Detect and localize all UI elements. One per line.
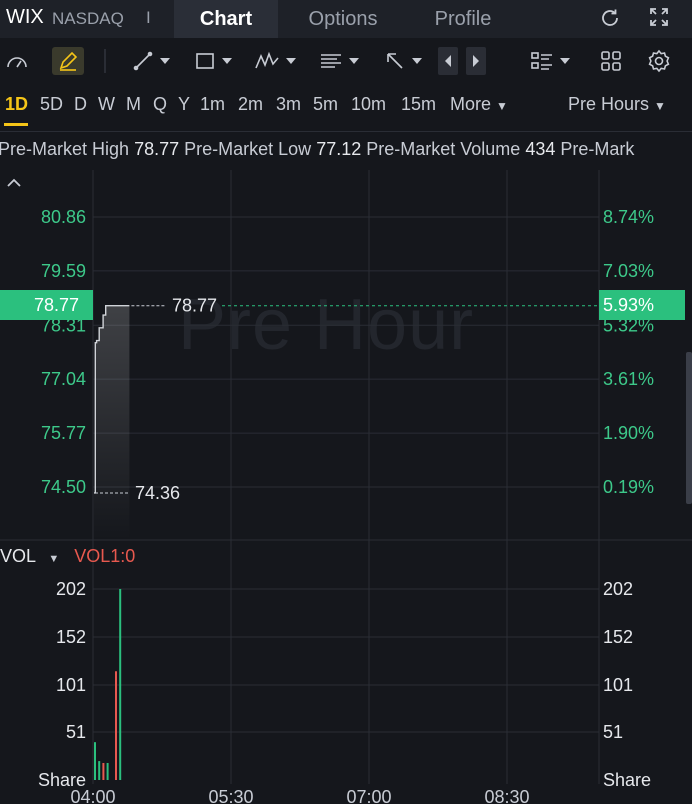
fullscreen-icon[interactable] — [648, 6, 670, 33]
chevron-down-icon: ▼ — [48, 553, 60, 565]
premarket-volume-value: 434 — [525, 139, 556, 159]
volume-axis-label: 51 — [66, 722, 86, 742]
chevron-down-icon: ▼ — [496, 99, 508, 113]
pct-axis-label: 1.90% — [603, 423, 654, 443]
volume-axis-label-right: 51 — [603, 722, 623, 742]
arrow-tool-icon[interactable] — [380, 47, 426, 75]
volume-axis-label: 202 — [56, 579, 86, 599]
grid-layout-icon[interactable] — [598, 47, 624, 75]
period-5d[interactable]: 5D — [40, 94, 63, 115]
period-y[interactable]: Y — [178, 94, 190, 115]
period-bar: 1D 5D D W M Q Y 1m 2m 3m 5m 10m 15m More… — [0, 84, 692, 128]
toolbar-divider — [104, 49, 106, 73]
title-separator: I — [146, 8, 151, 27]
premarket-low-value: 77.12 — [316, 139, 362, 159]
scrollbar-thumb[interactable] — [686, 352, 692, 504]
premarket-high-value: 78.77 — [134, 139, 180, 159]
tab-profile[interactable]: Profile — [410, 0, 516, 38]
volume-bar — [102, 762, 105, 780]
pct-axis-label: 3.61% — [603, 369, 654, 389]
drawing-toolbar — [0, 38, 692, 84]
axis-labels: 80.86 8.74%79.59 7.03%78.31 5.32%77.04 3.61%… — [38, 207, 654, 804]
exchange-label: NASDAQ — [52, 9, 124, 28]
price-axis-label: 80.86 — [41, 207, 86, 227]
pct-axis-label: 0.19% — [603, 477, 654, 497]
current-price-tag: 78.77 — [0, 290, 93, 320]
low-marker-label: 74.36 — [135, 483, 180, 503]
time-axis-label: 07:00 — [346, 787, 391, 804]
volume-bar — [115, 671, 117, 780]
volume-label: VOL — [0, 546, 36, 566]
line-tool-icon[interactable] — [128, 47, 174, 75]
time-axis-label: 04:00 — [70, 787, 115, 804]
volume-bar — [119, 589, 122, 780]
tab-options[interactable]: Options — [286, 0, 400, 38]
period-5m[interactable]: 5m — [313, 94, 338, 115]
period-d[interactable]: D — [74, 94, 87, 115]
more-label: More — [450, 94, 492, 114]
gauge-icon[interactable] — [4, 47, 30, 75]
period-2m[interactable]: 2m — [238, 94, 263, 115]
active-period-underline — [4, 123, 28, 126]
divider — [0, 131, 692, 132]
pencil-icon[interactable] — [52, 47, 84, 75]
prev-arrow-icon[interactable] — [438, 47, 458, 75]
refresh-icon[interactable] — [598, 6, 622, 35]
pattern-tool-icon[interactable] — [252, 47, 298, 75]
volume-axis-label-right: Share — [603, 770, 651, 790]
volume-axis-label-right: 101 — [603, 675, 633, 695]
premarket-volume-label: Pre-Market Volume — [366, 139, 521, 159]
period-w[interactable]: W — [98, 94, 115, 115]
price-axis-label: 74.50 — [41, 477, 86, 497]
current-pct-tag: 5.93% — [599, 290, 685, 320]
premarket-high-label: Pre-Market High — [0, 139, 130, 159]
price-axis-label: 79.59 — [41, 261, 86, 281]
price-axis-label: 75.77 — [41, 423, 86, 443]
volume-indicator: VOL1:0 — [74, 546, 136, 566]
time-axis-label: 08:30 — [484, 787, 529, 804]
pct-axis-label: 8.74% — [603, 207, 654, 227]
high-marker-label: 78.77 — [172, 296, 217, 316]
premarket-trailing-label: Pre-Mark — [560, 139, 635, 159]
period-m[interactable]: M — [126, 94, 141, 115]
volume-axis-label-right: 152 — [603, 627, 633, 647]
session-selector[interactable]: Pre Hours ▼ — [568, 94, 666, 115]
next-arrow-icon[interactable] — [466, 47, 486, 75]
pct-axis-label: 7.03% — [603, 261, 654, 281]
price-volume-chart[interactable]: 80.86 8.74%79.59 7.03%78.31 5.32%77.04 3.61%… — [0, 162, 692, 804]
fib-tool-icon[interactable] — [316, 47, 362, 75]
premarket-stats: Pre-Market High 78.77 Pre-Market Low 77.… — [0, 139, 634, 160]
chevron-down-icon: ▼ — [654, 99, 666, 113]
period-3m[interactable]: 3m — [276, 94, 301, 115]
ticker-symbol: WIX — [6, 6, 44, 28]
volume-axis-label: 152 — [56, 627, 86, 647]
volume-axis-label: 101 — [56, 675, 86, 695]
session-label: Pre Hours — [568, 94, 650, 114]
more-periods-dropdown[interactable]: More ▼ — [450, 94, 508, 115]
tab-chart[interactable]: Chart — [174, 0, 278, 38]
period-15m[interactable]: 15m — [401, 94, 436, 115]
volume-header[interactable]: VOL ▼ VOL1:0 — [0, 546, 135, 567]
volume-bar — [106, 762, 109, 780]
volume-bar — [98, 761, 101, 780]
period-1d[interactable]: 1D — [5, 94, 28, 115]
time-axis-label: 05:30 — [208, 787, 253, 804]
period-q[interactable]: Q — [153, 94, 167, 115]
premarket-low-label: Pre-Market Low — [184, 139, 312, 159]
rectangle-tool-icon[interactable] — [190, 47, 236, 75]
top-bar: WIX NASDAQ I Chart Options Profile — [0, 0, 692, 38]
volume-axis-label-right: 202 — [603, 579, 633, 599]
volume-bar — [94, 742, 96, 780]
period-1m[interactable]: 1m — [200, 94, 225, 115]
price-layer — [94, 305, 599, 540]
list-layout-icon[interactable] — [526, 47, 574, 75]
price-axis-label: 77.04 — [41, 369, 86, 389]
period-10m[interactable]: 10m — [351, 94, 386, 115]
settings-gear-icon[interactable] — [646, 47, 672, 75]
